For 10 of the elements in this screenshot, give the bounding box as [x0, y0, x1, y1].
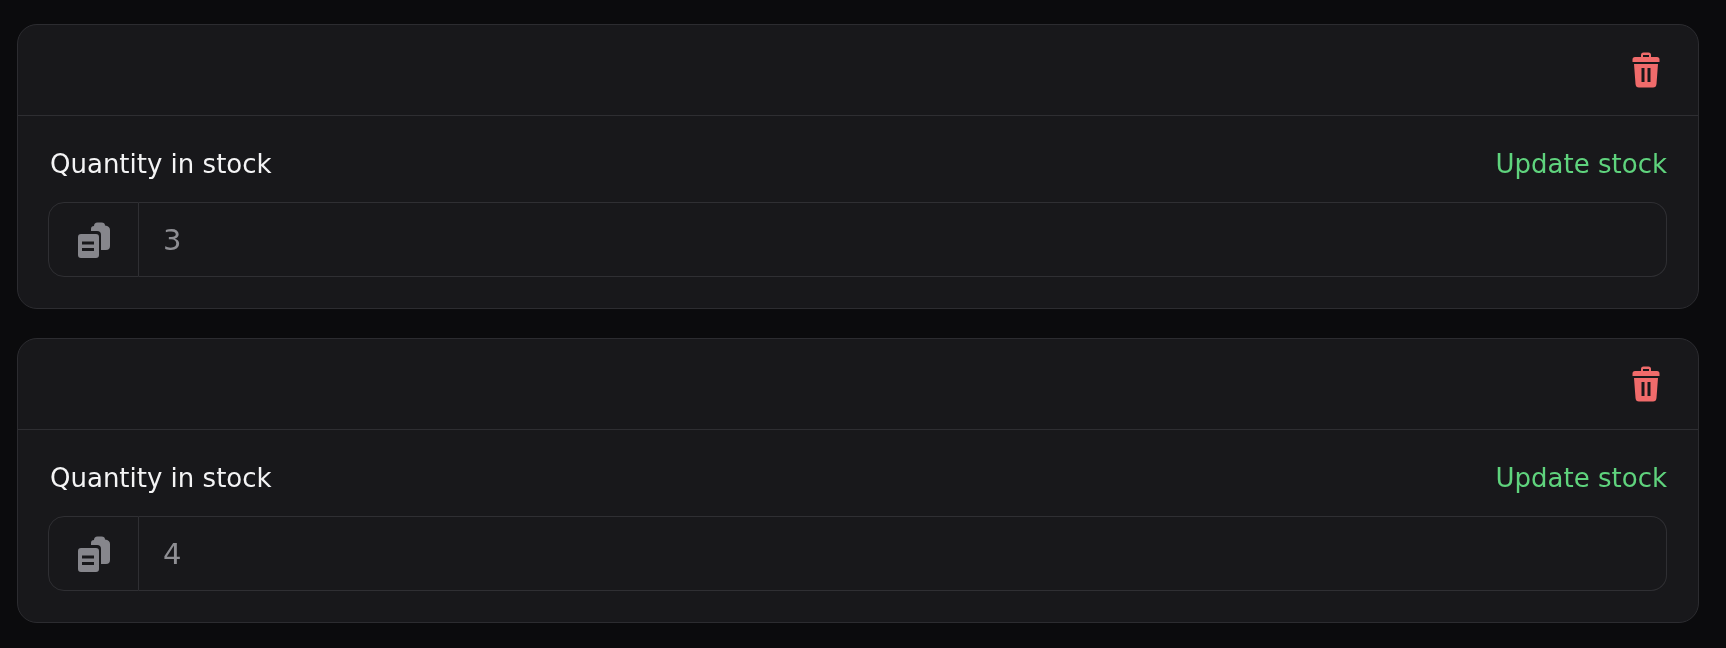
- quantity-input[interactable]: 3: [139, 202, 1667, 277]
- update-stock-link[interactable]: Update stock: [1495, 460, 1667, 496]
- documents-icon: [77, 221, 110, 258]
- documents-icon: [77, 535, 110, 572]
- trash-icon: [1632, 366, 1660, 402]
- quantity-input[interactable]: 4: [139, 516, 1667, 591]
- trash-icon: [1632, 52, 1660, 88]
- update-stock-link[interactable]: Update stock: [1495, 146, 1667, 182]
- field-label: Quantity in stock: [49, 148, 272, 181]
- field-label: Quantity in stock: [49, 462, 272, 495]
